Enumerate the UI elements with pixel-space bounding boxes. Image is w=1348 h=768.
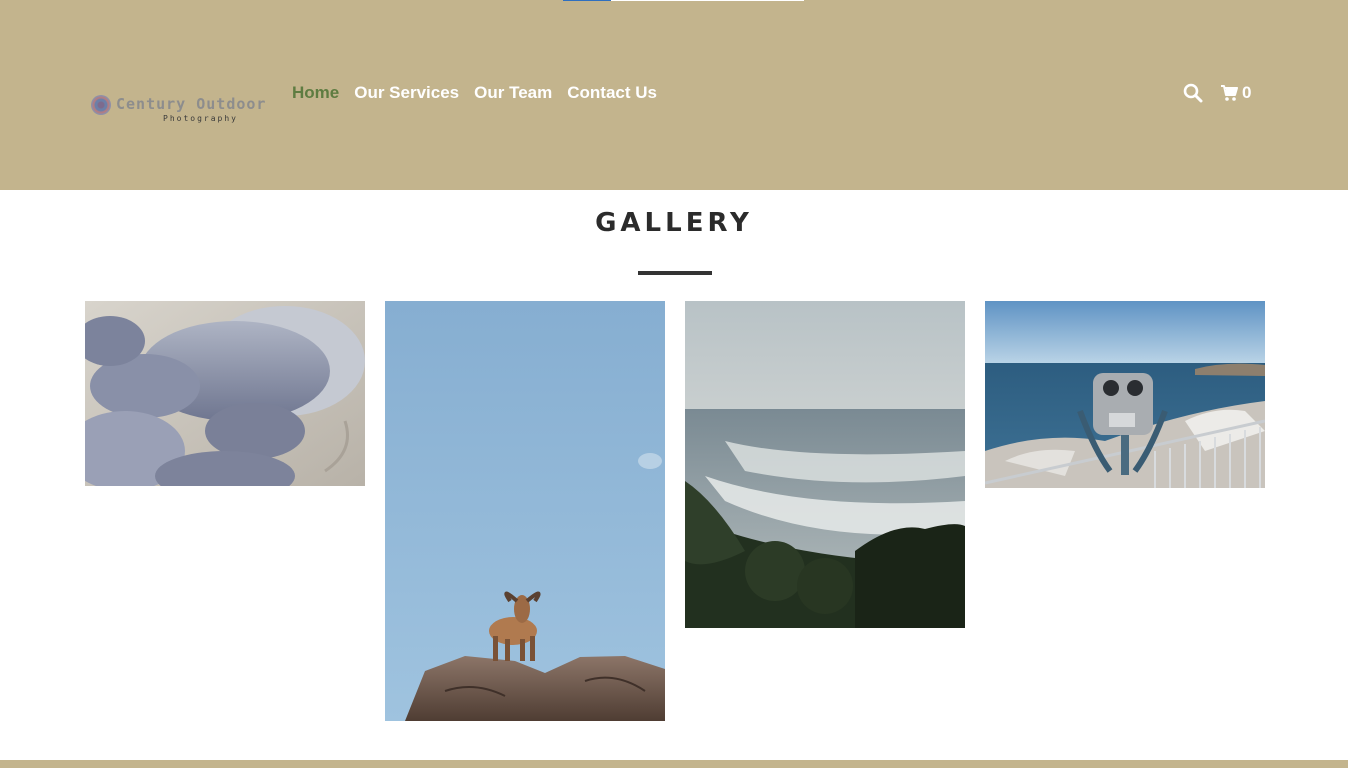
gallery-photo-seals[interactable] <box>85 301 365 486</box>
loading-progress-fill <box>563 0 612 1</box>
cart-icon <box>1221 85 1238 101</box>
main-nav: Home Our Services Our Team Contact Us <box>292 83 657 103</box>
site-header: Century Outdoor Photography Home Our Ser… <box>0 0 1348 190</box>
gallery-photo-coast[interactable] <box>685 301 965 628</box>
search-button[interactable] <box>1183 83 1203 103</box>
footer-bar <box>0 760 1348 768</box>
logo-subtitle: Photography <box>163 114 238 123</box>
header-tools: 0 <box>1183 83 1251 103</box>
nav-item-home[interactable]: Home <box>292 83 339 103</box>
logo-mark-icon <box>91 95 111 115</box>
nav-item-our-team[interactable]: Our Team <box>474 83 552 103</box>
nav-item-our-services[interactable]: Our Services <box>354 83 459 103</box>
site-logo[interactable]: Century Outdoor Photography <box>90 92 265 126</box>
nav-item-contact-us[interactable]: Contact Us <box>567 83 657 103</box>
cart-count: 0 <box>1242 83 1252 102</box>
logo-title: Century Outdoor <box>116 95 267 113</box>
gallery-title: GALLERY <box>595 208 753 238</box>
title-divider <box>638 271 712 275</box>
cart-button[interactable]: 0 <box>1220 83 1251 103</box>
gallery-photo-binoculars[interactable] <box>985 301 1265 488</box>
gallery-photo-goat[interactable] <box>385 301 665 721</box>
search-icon <box>1183 83 1203 103</box>
loading-progress-track <box>563 0 804 1</box>
